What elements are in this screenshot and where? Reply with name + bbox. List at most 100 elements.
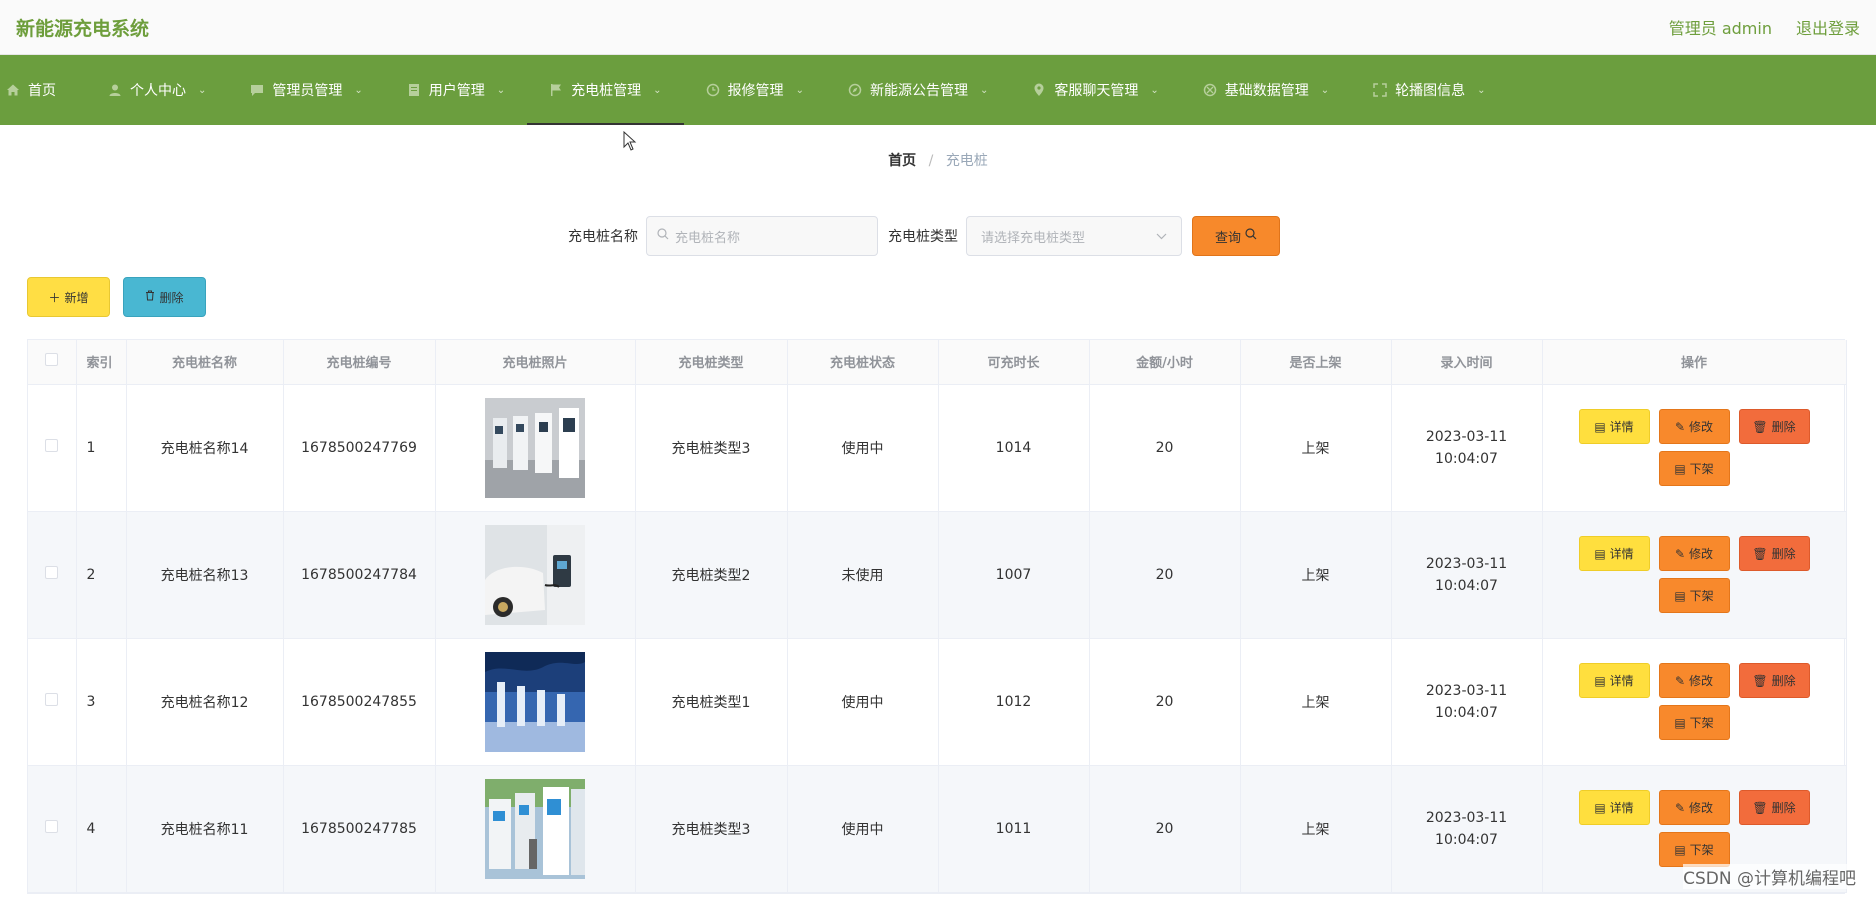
- entry-time: 2023-03-11 10:04:07: [1391, 384, 1543, 512]
- batch-delete-button[interactable]: 删除: [123, 277, 206, 317]
- charger-photo: [485, 778, 585, 879]
- nav-item-basic-data-management[interactable]: 基础数据管理 ⌄: [1181, 55, 1351, 125]
- select-all-checkbox[interactable]: [45, 353, 59, 367]
- nav-label: 报修管理: [727, 83, 784, 99]
- column-header: 金额/小时: [1089, 340, 1241, 385]
- delete-button[interactable]: 🗑 删除: [1738, 536, 1810, 571]
- select-all-header: [28, 340, 77, 385]
- detail-button[interactable]: ▤ 详情: [1578, 536, 1650, 571]
- charger-type: 充电桩类型3: [635, 765, 788, 893]
- mouse-cursor-icon: [623, 131, 637, 151]
- breadcrumb-home[interactable]: 首页: [888, 153, 916, 169]
- admin-user-label[interactable]: 管理员 admin: [1669, 15, 1772, 39]
- row-checkbox[interactable]: [45, 439, 59, 452]
- app-title: 新能源充电系统: [16, 17, 150, 40]
- document-icon: ▤: [1594, 419, 1606, 434]
- row-index: 3: [76, 638, 127, 766]
- document-icon: ▤: [1594, 800, 1606, 815]
- type-select[interactable]: 请选择充电桩类型: [966, 216, 1182, 256]
- offshelf-button[interactable]: ▤ 下架: [1658, 451, 1730, 486]
- charger-photo: [485, 397, 585, 498]
- offshelf-button[interactable]: ▤ 下架: [1658, 578, 1730, 613]
- table-row: 2 充电桩名称13 1678500247784 充电桩类型2 未使用 1007 …: [28, 511, 1847, 639]
- delete-button[interactable]: 🗑 删除: [1738, 409, 1810, 444]
- charge-duration: 1007: [938, 511, 1090, 639]
- trash-icon: 🗑: [1752, 419, 1768, 434]
- shelf-status: 上架: [1240, 638, 1392, 766]
- compass-icon: [848, 83, 862, 97]
- row-checkbox[interactable]: [45, 566, 59, 579]
- row-index: 1: [76, 384, 127, 512]
- delete-button[interactable]: 🗑 删除: [1738, 663, 1810, 698]
- document-icon: ▤: [1594, 546, 1606, 561]
- detail-button[interactable]: ▤ 详情: [1578, 790, 1650, 825]
- nav-item-admin-management[interactable]: 管理员管理 ⌄: [228, 55, 384, 125]
- nav-item-home[interactable]: 首页: [0, 55, 78, 125]
- plus-icon: ＋: [48, 290, 61, 305]
- detail-label: 详情: [1609, 801, 1634, 815]
- column-header: 充电桩状态: [787, 340, 939, 385]
- nav-item-repair-management[interactable]: 报修管理 ⌄: [684, 55, 826, 125]
- entry-time: 2023-03-11 10:04:07: [1391, 511, 1543, 639]
- trash-icon: [145, 290, 155, 304]
- chevron-down-icon: ⌄: [496, 84, 506, 96]
- flag-icon: [549, 83, 563, 97]
- edit-button[interactable]: ✎ 修改: [1658, 536, 1730, 571]
- charger-type: 充电桩类型2: [635, 511, 788, 639]
- column-header: 是否上架: [1240, 340, 1392, 385]
- nav-label: 充电桩管理: [571, 83, 642, 99]
- batch-delete-label: 删除: [159, 290, 184, 305]
- charger-code: 1678500247855: [283, 638, 436, 766]
- trash-icon: 🗑: [1752, 800, 1768, 815]
- detail-button[interactable]: ▤ 详情: [1578, 409, 1650, 444]
- nav-label: 管理员管理: [272, 83, 343, 99]
- chevron-down-icon: ⌄: [979, 84, 989, 96]
- detail-button[interactable]: ▤ 详情: [1578, 663, 1650, 698]
- breadcrumb-separator: /: [928, 153, 934, 169]
- offshelf-button[interactable]: ▤ 下架: [1658, 832, 1730, 867]
- chat-icon: [250, 83, 264, 97]
- nav-item-customer-chat-management[interactable]: 客服聊天管理 ⌄: [1010, 55, 1180, 125]
- clock-icon: [706, 83, 720, 97]
- charger-photo: [485, 524, 585, 625]
- query-button[interactable]: 查询: [1192, 216, 1280, 256]
- document-icon: ▤: [1674, 461, 1686, 476]
- row-select-cell: [28, 511, 77, 639]
- edit-button[interactable]: ✎ 修改: [1658, 790, 1730, 825]
- edit-button[interactable]: ✎ 修改: [1658, 663, 1730, 698]
- nav-item-announcement-management[interactable]: 新能源公告管理 ⌄: [826, 55, 1010, 125]
- nav-item-personal-center[interactable]: 个人中心 ⌄: [78, 55, 228, 125]
- charger-status: 未使用: [787, 511, 939, 639]
- logout-link[interactable]: 退出登录: [1796, 15, 1860, 39]
- nav-label: 基础数据管理: [1224, 83, 1309, 99]
- charger-name: 充电桩名称11: [126, 765, 284, 893]
- shelf-status: 上架: [1240, 384, 1392, 512]
- row-checkbox[interactable]: [45, 820, 59, 833]
- delete-button[interactable]: 🗑 删除: [1738, 790, 1810, 825]
- charge-duration: 1014: [938, 384, 1090, 512]
- operations-cell: ▤ 详情 ✎ 修改 🗑 删除 ▤ 下架: [1542, 638, 1847, 766]
- column-header: 录入时间: [1391, 340, 1543, 385]
- add-button[interactable]: ＋ 新增: [27, 277, 110, 317]
- breadcrumb: 首页 / 充电桩: [0, 150, 1876, 170]
- nav-item-carousel-info[interactable]: 轮播图信息 ⌄: [1351, 55, 1507, 125]
- edit-icon: ✎: [1674, 419, 1686, 434]
- nav-item-charger-management[interactable]: 充电桩管理 ⌄: [527, 55, 684, 125]
- charger-code: 1678500247769: [283, 384, 436, 512]
- charger-type: 充电桩类型3: [635, 384, 788, 512]
- price-per-hour: 20: [1089, 384, 1241, 512]
- operations-cell: ▤ 详情 ✎ 修改 🗑 删除 ▤ 下架: [1542, 384, 1847, 512]
- row-select-cell: [28, 384, 77, 512]
- nav-item-user-management[interactable]: 用户管理 ⌄: [385, 55, 527, 125]
- table-row: 1 充电桩名称14 1678500247769 充电桩类型3 使用中 1014: [28, 384, 1847, 512]
- settings-icon: [1203, 83, 1217, 97]
- table-row: 3 充电桩名称12 1678500247855 充电桩类型1 使用中 1012: [28, 638, 1847, 766]
- chevron-down-icon: ⌄: [1477, 84, 1486, 96]
- location-icon: [1032, 83, 1046, 97]
- edit-button[interactable]: ✎ 修改: [1658, 409, 1730, 444]
- document-icon: ▤: [1674, 715, 1686, 730]
- offshelf-button[interactable]: ▤ 下架: [1658, 705, 1730, 740]
- name-search-placeholder: 充电桩名称: [675, 230, 741, 246]
- name-search-input[interactable]: 充电桩名称: [646, 216, 878, 256]
- row-checkbox[interactable]: [45, 693, 59, 706]
